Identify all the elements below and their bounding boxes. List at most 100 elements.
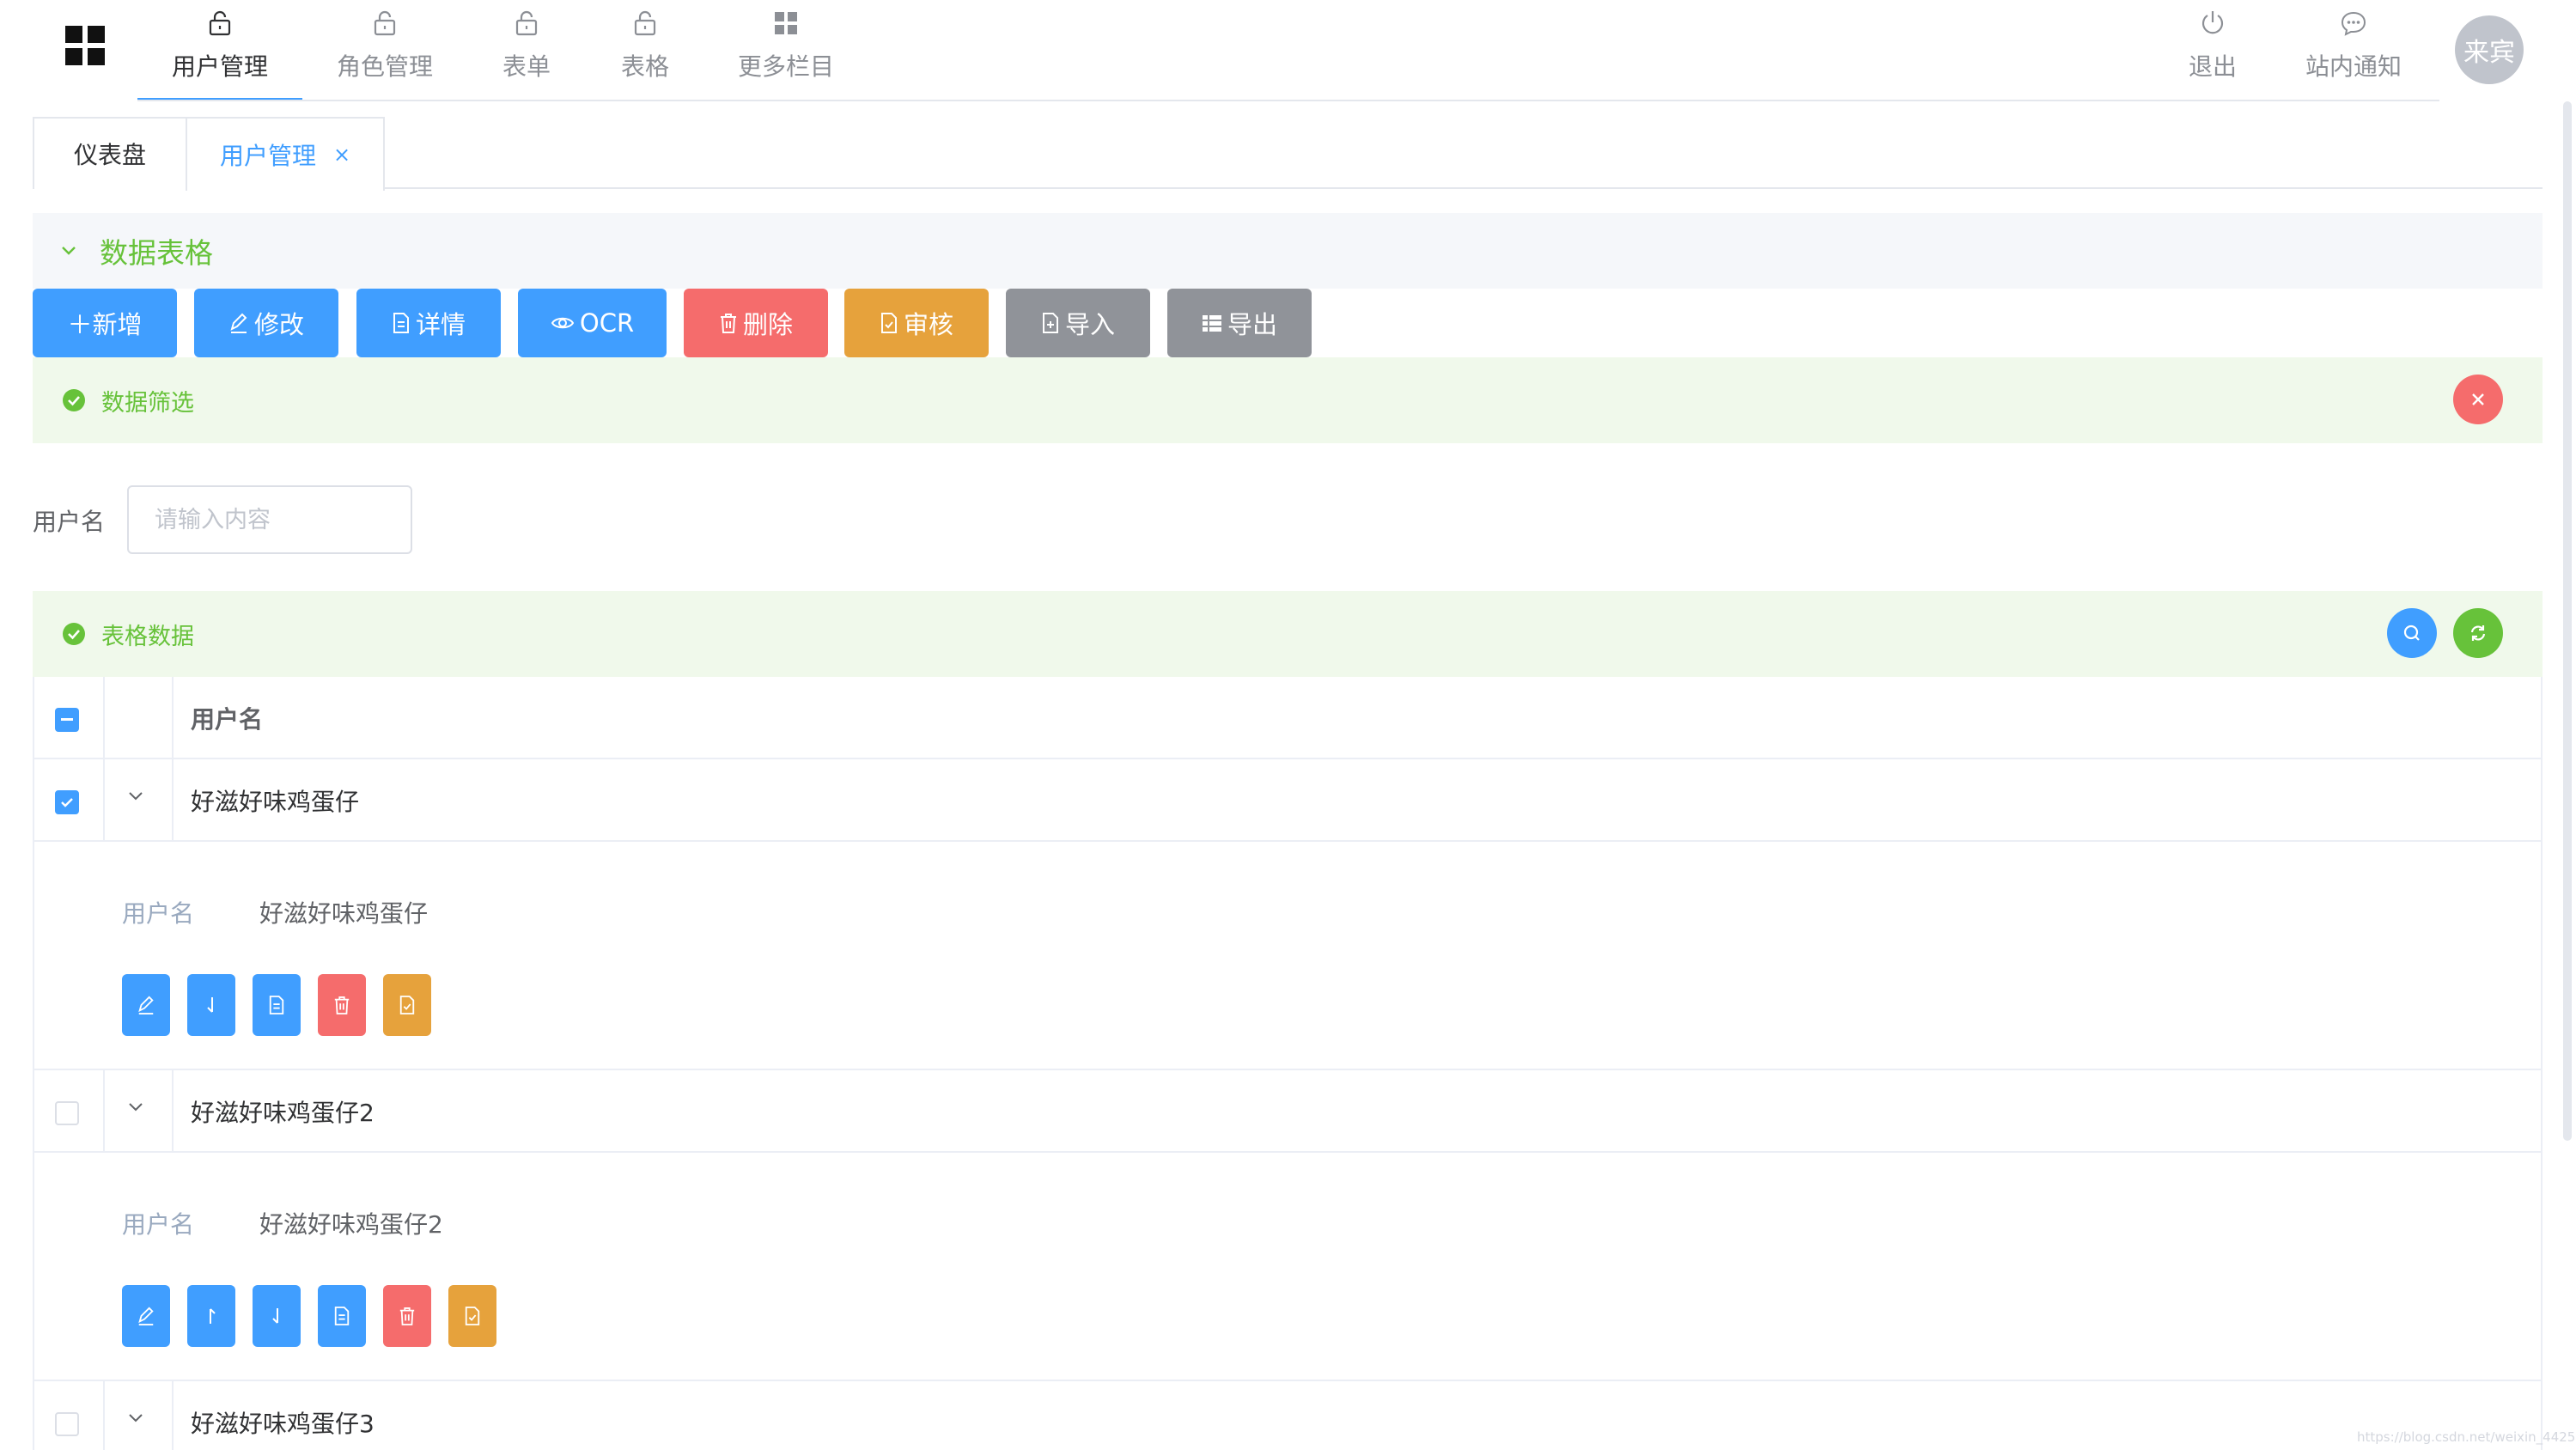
audit-button[interactable]: 审核 bbox=[844, 289, 989, 357]
filter-panel-title: 数据筛选 bbox=[101, 389, 194, 417]
edit-pen-icon bbox=[138, 1307, 154, 1325]
arrow-up-icon bbox=[210, 1308, 216, 1324]
ocr-button[interactable]: OCR bbox=[518, 289, 667, 357]
row-audit-button[interactable] bbox=[448, 1285, 496, 1347]
import-button[interactable]: 导入 bbox=[1006, 289, 1150, 357]
table-row[interactable]: 好滋好味鸡蛋仔2 bbox=[34, 1070, 2541, 1153]
detail-button-label: 详情 bbox=[415, 310, 466, 339]
row-detail-button[interactable] bbox=[318, 1285, 366, 1347]
user-data-table: 用户名 好滋好味鸡蛋仔 用户名 好滋好味鸡蛋仔 好滋好味鸡蛋仔2 用户名 好滋好… bbox=[33, 677, 2543, 1450]
trash-icon bbox=[720, 314, 736, 333]
row-expanded-detail: 用户名 好滋好味鸡蛋仔2 bbox=[34, 1153, 2541, 1381]
tab-close-icon[interactable]: × bbox=[333, 143, 350, 167]
nav-item-more[interactable]: 更多栏目 bbox=[732, 0, 840, 101]
row-expand-chevron-icon[interactable] bbox=[127, 790, 144, 802]
cell-username: 好滋好味鸡蛋仔3 bbox=[191, 1410, 375, 1438]
grid-icon bbox=[773, 9, 799, 38]
table-row[interactable]: 好滋好味鸡蛋仔 bbox=[34, 759, 2541, 842]
nav-item-table[interactable]: 表格 bbox=[605, 0, 685, 101]
power-icon bbox=[2199, 9, 2226, 38]
nav-item-user-management[interactable]: 用户管理 bbox=[137, 0, 302, 101]
row-checkbox[interactable] bbox=[55, 790, 79, 814]
row-expand-chevron-icon[interactable] bbox=[127, 1101, 144, 1113]
row-expand-chevron-icon[interactable] bbox=[127, 1412, 144, 1424]
chat-bubble-icon bbox=[2340, 9, 2367, 38]
page-scrollbar[interactable] bbox=[2563, 101, 2572, 1141]
row-move-down-button[interactable] bbox=[253, 1285, 301, 1347]
logout-label: 退出 bbox=[2188, 52, 2237, 81]
row-edit-button[interactable] bbox=[122, 974, 170, 1036]
detail-key-username: 用户名 bbox=[122, 899, 195, 928]
row-detail-button[interactable] bbox=[253, 974, 301, 1036]
trash-icon bbox=[334, 996, 350, 1014]
nav-item-label: 用户管理 bbox=[171, 52, 268, 81]
chevron-down-icon bbox=[60, 245, 77, 257]
logout-button[interactable]: 退出 bbox=[2175, 0, 2250, 101]
watermark-text: https://blog.csdn.net/weixin_44259733 bbox=[2357, 1429, 2576, 1445]
document-icon bbox=[334, 1307, 350, 1325]
search-button[interactable] bbox=[2387, 608, 2437, 658]
app-grid-logo-icon[interactable] bbox=[65, 26, 107, 67]
tab-user-management[interactable]: 用户管理 × bbox=[186, 117, 385, 191]
unlock-icon bbox=[373, 9, 397, 38]
edit-pen-icon bbox=[230, 313, 247, 333]
eye-icon bbox=[551, 317, 575, 329]
add-button[interactable]: ＋新增 bbox=[33, 289, 177, 357]
username-search-input[interactable] bbox=[127, 485, 412, 554]
data-table-section-header[interactable]: 数据表格 bbox=[33, 213, 2543, 289]
unlock-icon bbox=[208, 9, 232, 38]
nav-item-role-management[interactable]: 角色管理 bbox=[323, 0, 447, 101]
nav-item-label: 表格 bbox=[620, 52, 669, 81]
close-filter-button[interactable] bbox=[2453, 375, 2503, 424]
nav-item-label: 更多栏目 bbox=[737, 52, 834, 81]
delete-button-label: 删除 bbox=[742, 310, 793, 339]
notification-label: 站内通知 bbox=[2305, 52, 2402, 81]
document-check-icon bbox=[399, 996, 415, 1014]
import-button-label: 导入 bbox=[1064, 310, 1115, 339]
arrow-down-icon bbox=[272, 1308, 278, 1324]
row-move-down-button[interactable] bbox=[187, 974, 235, 1036]
row-edit-button[interactable] bbox=[122, 1285, 170, 1347]
tab-dashboard[interactable]: 仪表盘 bbox=[33, 117, 187, 189]
export-button[interactable]: 导出 bbox=[1167, 289, 1312, 357]
username-filter-label: 用户名 bbox=[33, 508, 106, 536]
tab-label: 用户管理 bbox=[219, 142, 316, 170]
document-add-icon bbox=[1042, 313, 1058, 333]
table-panel-title: 表格数据 bbox=[101, 623, 194, 650]
unlock-icon bbox=[515, 9, 539, 38]
refresh-button[interactable] bbox=[2453, 608, 2503, 658]
row-checkbox[interactable] bbox=[55, 1412, 79, 1436]
row-checkbox[interactable] bbox=[55, 1101, 79, 1125]
page-tabs: 仪表盘 用户管理 × bbox=[33, 117, 2543, 191]
table-row[interactable]: 好滋好味鸡蛋仔3 bbox=[34, 1381, 2541, 1450]
select-all-checkbox[interactable] bbox=[55, 708, 79, 732]
table-panel-header: 表格数据 bbox=[33, 591, 2543, 677]
export-button-label: 导出 bbox=[1227, 310, 1277, 339]
nav-item-label: 表单 bbox=[502, 52, 551, 81]
detail-button[interactable]: 详情 bbox=[356, 289, 501, 357]
delete-button[interactable]: 删除 bbox=[684, 289, 828, 357]
edit-pen-icon bbox=[138, 996, 154, 1014]
navbar-divider bbox=[137, 100, 2439, 101]
arrow-down-icon bbox=[207, 997, 213, 1013]
document-icon bbox=[393, 313, 409, 333]
edit-button[interactable]: 修改 bbox=[194, 289, 338, 357]
cell-username: 好滋好味鸡蛋仔2 bbox=[191, 1099, 375, 1127]
close-icon bbox=[2472, 393, 2484, 405]
nav-item-form[interactable]: 表单 bbox=[486, 0, 567, 101]
edit-button-label: 修改 bbox=[253, 310, 304, 339]
add-button-label: ＋新增 bbox=[67, 310, 143, 339]
notification-button[interactable]: 站内通知 bbox=[2300, 0, 2407, 101]
row-audit-button[interactable] bbox=[383, 974, 431, 1036]
table-header-row: 用户名 bbox=[34, 677, 2541, 759]
filter-panel-header: 数据筛选 bbox=[33, 357, 2543, 443]
row-delete-button[interactable] bbox=[383, 1285, 431, 1347]
row-move-up-button[interactable] bbox=[187, 1285, 235, 1347]
cell-username: 好滋好味鸡蛋仔 bbox=[191, 788, 360, 816]
user-avatar[interactable]: 来宾 bbox=[2455, 15, 2524, 84]
row-delete-button[interactable] bbox=[318, 974, 366, 1036]
tab-label: 仪表盘 bbox=[73, 141, 146, 169]
row-expanded-detail: 用户名 好滋好味鸡蛋仔 bbox=[34, 842, 2541, 1070]
detail-key-username: 用户名 bbox=[122, 1210, 195, 1239]
nav-item-label: 角色管理 bbox=[336, 52, 433, 81]
